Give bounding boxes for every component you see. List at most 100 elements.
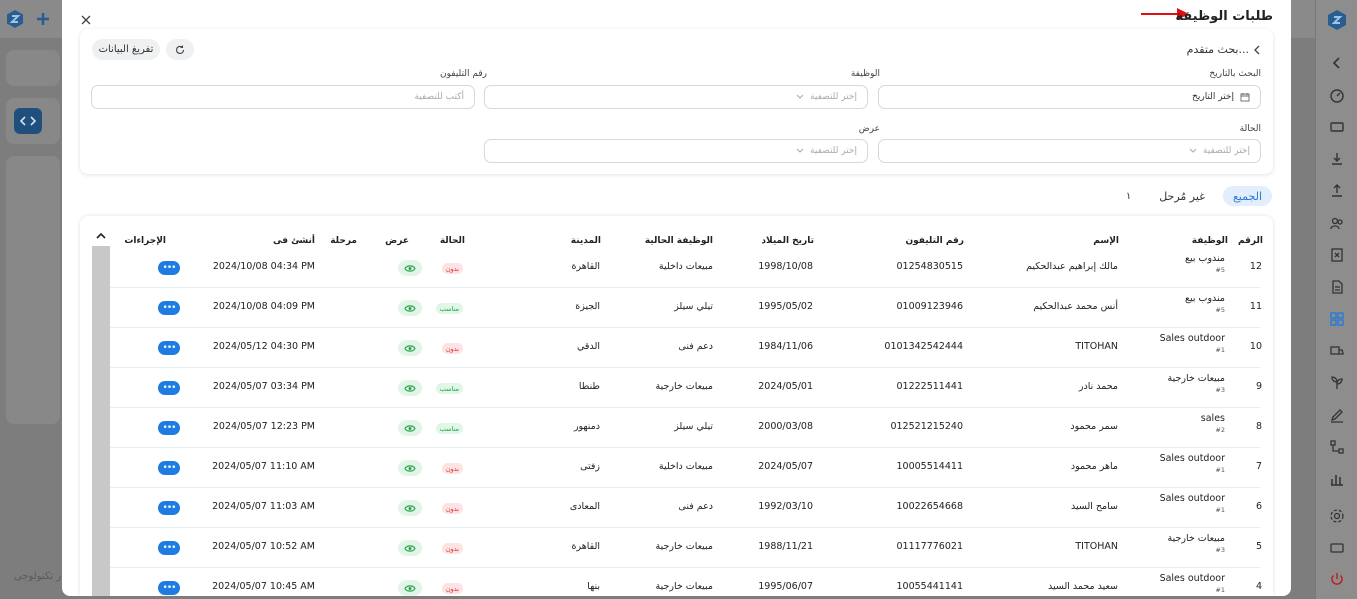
view-eye-icon[interactable]	[398, 340, 422, 356]
payment-icon[interactable]	[1327, 149, 1347, 169]
header-birth[interactable]: تاريخ الميلاد	[761, 236, 814, 246]
job-filter-select[interactable]: إختر للتصفية	[484, 85, 868, 109]
hierarchy-icon[interactable]	[1327, 437, 1347, 457]
table-row[interactable]: 6 Sales outdoor #1 سامح السيد 10022654668 199…	[110, 488, 1262, 528]
table-row[interactable]: 7 Sales outdoor #1 ماهر محمود 10005514411 202…	[110, 448, 1262, 488]
chevron-left-icon	[1253, 45, 1261, 55]
actions-menu-button[interactable]: •••	[158, 301, 180, 315]
dashboard-icon[interactable]	[1327, 85, 1347, 105]
header-current-job[interactable]: الوظيفة الحالية	[645, 236, 713, 246]
cell-number: 10	[1249, 341, 1262, 352]
cell-name: سامح السيد	[1071, 501, 1118, 512]
header-job[interactable]: الوظيفة	[1192, 236, 1228, 246]
header-stage[interactable]: مرحلة	[330, 236, 357, 246]
job-title: مندوب بيع	[1184, 293, 1225, 304]
cell-birth: 1995/05/02	[758, 301, 813, 312]
view-eye-icon[interactable]	[398, 580, 422, 596]
actions-menu-button[interactable]: •••	[158, 261, 180, 275]
table-row[interactable]: 11 مندوب بيع #5 أنس محمد عبدالحكيم 010091239…	[110, 288, 1262, 328]
table-row[interactable]: 8 sales #2 سمر محمود 012521215240 2000/03/08 ت…	[110, 408, 1262, 448]
cell-current-job: مبيعات داخلية	[658, 261, 713, 272]
actions-menu-button[interactable]: •••	[158, 421, 180, 435]
document-icon[interactable]	[1327, 277, 1347, 297]
job-code: #5	[1215, 266, 1225, 274]
cell-birth: 2000/03/08	[758, 421, 813, 432]
tab-all[interactable]: الجميع	[1222, 186, 1272, 206]
view-eye-icon[interactable]	[398, 540, 422, 556]
cell-created: 2024/05/07 03:34 PM	[212, 381, 315, 392]
view-eye-icon[interactable]	[398, 300, 422, 316]
job-title: Sales outdoor	[1159, 453, 1225, 464]
truck-icon[interactable]	[1327, 341, 1347, 361]
table-row[interactable]: 5 مبيعات خارجية #3 TITOHAN 01117776021 1988/1…	[110, 528, 1262, 568]
advanced-search-label: بحث متقدم...	[1186, 43, 1249, 56]
cell-birth: 1992/03/10	[758, 501, 813, 512]
cell-current-job: مبيعات خارجية	[655, 581, 713, 592]
apps-icon[interactable]	[1327, 309, 1347, 329]
header-number[interactable]: الرقم	[1238, 236, 1263, 246]
actions-menu-button[interactable]: •••	[158, 341, 180, 355]
code-icon[interactable]	[14, 108, 42, 134]
export-data-button[interactable]: تفريغ البيانات	[92, 39, 160, 60]
pen-icon[interactable]	[1327, 405, 1347, 425]
cell-current-job: تيلي سيلز	[674, 301, 713, 312]
power-icon[interactable]	[1327, 569, 1347, 589]
view-eye-icon[interactable]	[398, 380, 422, 396]
cancel-box-icon[interactable]	[1327, 245, 1347, 265]
view-eye-icon[interactable]	[398, 500, 422, 516]
scrollbar[interactable]	[92, 246, 110, 596]
table-row[interactable]: 12 مندوب بيع #5 مالك إبراهيم عبدالحكيم 01254…	[110, 248, 1262, 288]
table-row[interactable]: 4 Sales outdoor #1 سعيد محمد السيد 100554411…	[110, 568, 1262, 596]
cell-created: 2024/05/07 10:52 AM	[212, 541, 315, 552]
actions-menu-button[interactable]: •••	[158, 461, 180, 475]
chevron-up-icon[interactable]	[95, 231, 107, 241]
view-filter-select[interactable]: إختر للتصفية	[484, 139, 868, 163]
actions-menu-button[interactable]: •••	[158, 501, 180, 515]
header-city[interactable]: المدينة	[571, 236, 601, 246]
view-eye-icon[interactable]	[398, 460, 422, 476]
cell-name: أنس محمد عبدالحكيم	[1033, 301, 1118, 312]
table-row[interactable]: 9 مبيعات خارجية #3 محمد نادر 01222511441 2024…	[110, 368, 1262, 408]
refresh-icon	[176, 45, 185, 54]
cell-job: مبيعات خارجية #3	[1168, 373, 1225, 394]
reports-icon[interactable]	[1327, 469, 1347, 489]
date-filter-label: البحث بالتاريخ	[1209, 69, 1261, 79]
header-name[interactable]: الإسم	[1093, 236, 1119, 246]
header-status[interactable]: الحالة	[440, 236, 465, 246]
collapse-chevron-icon[interactable]	[1327, 53, 1347, 73]
header-phone[interactable]: رقم التليفون	[905, 236, 964, 246]
table-row[interactable]: 10 Sales outdoor #1 TITOHAN 0101342542444 198…	[110, 328, 1262, 368]
refresh-button[interactable]	[166, 39, 194, 60]
advanced-search-toggle[interactable]: بحث متقدم...	[1187, 43, 1261, 56]
users-icon[interactable]	[1327, 213, 1347, 233]
job-code: #3	[1215, 386, 1225, 394]
status-filter-placeholder: إختر للتصفية	[1203, 146, 1250, 156]
header-created[interactable]: أنشئ فى	[273, 236, 315, 246]
status-badge: بدون	[441, 583, 463, 594]
date-filter-input[interactable]: إختر التاريخ	[878, 85, 1261, 109]
tab-count: ١	[1125, 190, 1132, 202]
cell-number: 12	[1249, 261, 1262, 272]
add-icon[interactable]	[32, 8, 54, 30]
plant-icon[interactable]	[1327, 373, 1347, 393]
actions-menu-button[interactable]: •••	[158, 541, 180, 555]
view-eye-icon[interactable]	[398, 260, 422, 276]
settings-icon[interactable]	[1327, 506, 1347, 526]
view-eye-icon[interactable]	[398, 420, 422, 436]
job-code: #3	[1215, 546, 1225, 554]
screen-icon[interactable]	[1327, 538, 1347, 558]
phone-filter-input[interactable]: أكتب للتصفية	[91, 85, 475, 109]
tab-not-transferred[interactable]: غير مُرحل	[1149, 186, 1215, 206]
cell-phone: 10022654668	[896, 501, 964, 512]
cell-current-job: دعم فنى	[678, 341, 713, 352]
ticket-icon[interactable]	[1327, 117, 1347, 137]
cell-job: Sales outdoor #1	[1160, 453, 1225, 474]
header-view[interactable]: عرض	[385, 236, 409, 246]
phone-filter-placeholder: أكتب للتصفية	[414, 92, 464, 102]
cash-icon[interactable]	[1327, 181, 1347, 201]
actions-menu-button[interactable]: •••	[158, 581, 180, 595]
status-filter-select[interactable]: إختر للتصفية	[878, 139, 1261, 163]
close-icon[interactable]	[79, 13, 93, 27]
cell-name: مالك إبراهيم عبدالحكيم	[1026, 261, 1118, 272]
actions-menu-button[interactable]: •••	[158, 381, 180, 395]
